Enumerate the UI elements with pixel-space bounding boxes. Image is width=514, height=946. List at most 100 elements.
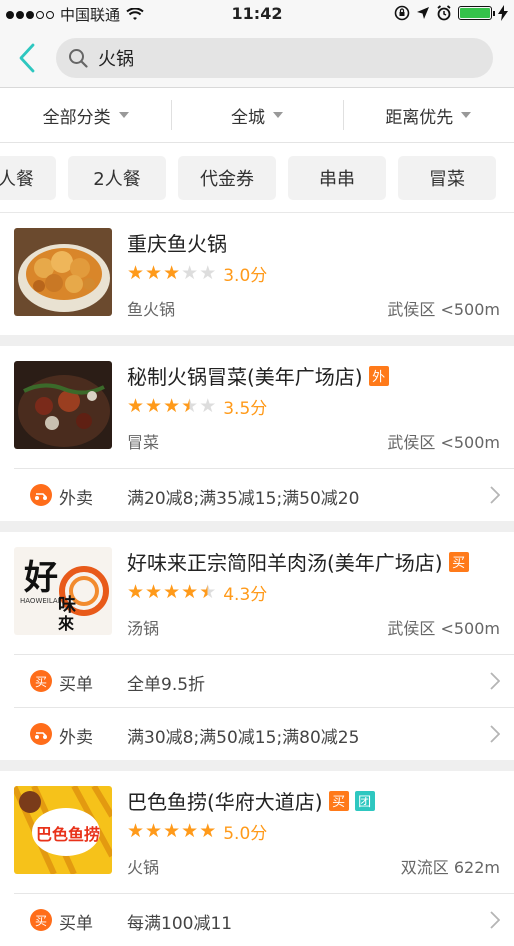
star-icon: ★ [199, 395, 217, 417]
shop-name: 秘制火锅冒菜(美年广场店) 外 [127, 361, 389, 390]
status-right [394, 5, 508, 21]
star-icon: ★ [145, 581, 163, 603]
star-icon: ★ [199, 262, 217, 284]
star-icon: ★ [163, 581, 181, 603]
filter-bar: 全部分类 全城 距离优先 [0, 88, 514, 143]
shop-category: 汤锅 [127, 619, 160, 638]
shop-category: 冒菜 [127, 433, 160, 452]
shop-info[interactable]: 巴色鱼捞 巴色鱼捞(华府大道店) 买 团 ★★★★★ 5.0分 火锅 双流区 6… [0, 771, 514, 893]
star-icon: ★ [181, 820, 199, 842]
shop-thumbnail: 巴色鱼捞 [14, 786, 112, 874]
battery-icon [458, 6, 495, 20]
star-icon: ★ [163, 820, 181, 842]
star-icon: ★ [181, 395, 199, 417]
star-icon: ★ [199, 820, 217, 842]
filter-sort[interactable]: 距离优先 [342, 88, 514, 142]
shop-card[interactable]: 好 味 來 HAOWEILAI 好味来正宗简阳羊肉汤(美年广场店) 买 ★★★★… [0, 532, 514, 760]
star-icon: ★ [181, 581, 199, 603]
takeaway-badge: 外 [368, 365, 389, 386]
shop-card[interactable]: 巴色鱼捞 巴色鱼捞(华府大道店) 买 团 ★★★★★ 5.0分 火锅 双流区 6… [0, 771, 514, 946]
shop-name: 重庆鱼火锅 [127, 228, 227, 257]
filter-area[interactable]: 全城 [171, 88, 342, 142]
chevron-right-icon [490, 672, 500, 690]
shop-name-text: 好味来正宗简阳羊肉汤(美年广场店) [127, 551, 443, 575]
filter-area-label: 全城 [230, 107, 265, 128]
caret-down-icon [118, 112, 129, 118]
star-rating-icon: ★★★★★ [127, 822, 217, 841]
shop-card[interactable]: 秘制火锅冒菜(美年广场店) 外 ★★★★★ 3.5分 冒菜 武侯区 <500m … [0, 346, 514, 521]
promo-row[interactable]: 买 买单 每满100减11 [14, 893, 514, 946]
star-rating-icon: ★★★★★ [127, 397, 217, 416]
shop-thumbnail [14, 361, 112, 449]
search-input[interactable] [96, 46, 476, 70]
caret-down-icon [461, 112, 472, 118]
tag-chuanchuan[interactable]: 串串 [288, 156, 386, 200]
filter-category[interactable]: 全部分类 [0, 88, 171, 142]
rating-score: 4.3分 [223, 585, 268, 605]
shop-thumbnail: 好 味 來 HAOWEILAI [14, 547, 112, 635]
back-chevron-icon[interactable] [14, 42, 42, 74]
search-icon [69, 49, 88, 68]
rating-row: ★★★★★ 5.0分 [127, 819, 268, 845]
delivery-icon [30, 723, 52, 745]
shop-location: 双流区 622m [400, 858, 500, 877]
promo-label: 买单 [59, 914, 93, 934]
star-icon: ★ [127, 262, 145, 284]
rating-row: ★★★★★ 3.0分 [127, 261, 268, 287]
buy-badge: 买 [448, 551, 469, 572]
star-icon: ★ [145, 395, 163, 417]
shop-info[interactable]: 好 味 來 HAOWEILAI 好味来正宗简阳羊肉汤(美年广场店) 买 ★★★★… [0, 532, 514, 654]
group-buy-badge: 团 [354, 790, 375, 811]
star-icon: ★ [163, 395, 181, 417]
promo-text: 满30减8;满50减15;满80减25 [127, 728, 360, 748]
shop-name: 巴色鱼捞(华府大道店) 买 团 [127, 786, 375, 815]
location-arrow-icon [417, 7, 429, 19]
filter-sort-label: 距离优先 [385, 107, 454, 128]
star-icon: ★ [181, 262, 199, 284]
svg-text:HAOWEILAI: HAOWEILAI [20, 597, 60, 605]
star-icon: ★ [127, 820, 145, 842]
shop-thumbnail [14, 228, 112, 316]
shop-category: 鱼火锅 [127, 300, 176, 319]
shop-location: 武侯区 <500m [387, 300, 500, 319]
divider [0, 760, 514, 771]
tag-row: 单人餐 2人餐 代金券 串串 冒菜 [0, 143, 514, 213]
tag-maocai[interactable]: 冒菜 [398, 156, 496, 200]
chevron-right-icon [490, 486, 500, 504]
rating-score: 3.0分 [223, 266, 268, 286]
svg-text:味: 味 [58, 595, 76, 616]
buy-badge: 买 [328, 790, 349, 811]
shop-name-text: 巴色鱼捞(华府大道店) [127, 790, 323, 814]
tag-voucher[interactable]: 代金券 [178, 156, 276, 200]
promo-row[interactable]: 外卖 满30减8;满50减15;满80减25 [14, 707, 514, 760]
star-rating-icon: ★★★★★ [127, 583, 217, 602]
status-bar: 中国联通 11:42 [0, 0, 514, 28]
rating-score: 5.0分 [223, 824, 268, 844]
tag-two-meal[interactable]: 2人餐 [68, 156, 166, 200]
promo-text: 全单9.5折 [127, 675, 206, 695]
shop-list: 重庆鱼火锅 ★★★★★ 3.0分 鱼火锅 武侯区 <500m 秘制火锅冒菜(美年… [0, 213, 514, 946]
shop-name-text: 秘制火锅冒菜(美年广场店) [127, 365, 363, 389]
shop-info[interactable]: 秘制火锅冒菜(美年广场店) 外 ★★★★★ 3.5分 冒菜 武侯区 <500m [0, 346, 514, 468]
search-box[interactable] [56, 38, 493, 78]
tag-single-meal[interactable]: 单人餐 [0, 156, 56, 200]
star-icon: ★ [145, 820, 163, 842]
shop-name-text: 重庆鱼火锅 [127, 232, 227, 256]
shop-info[interactable]: 重庆鱼火锅 ★★★★★ 3.0分 鱼火锅 武侯区 <500m [0, 213, 514, 335]
filter-category-label: 全部分类 [42, 107, 111, 128]
shop-card[interactable]: 重庆鱼火锅 ★★★★★ 3.0分 鱼火锅 武侯区 <500m [0, 213, 514, 335]
nav-bar [0, 28, 514, 88]
alarm-icon [437, 5, 451, 21]
divider [0, 521, 514, 532]
svg-text:巴色鱼捞: 巴色鱼捞 [36, 825, 100, 844]
rotation-lock-icon [394, 5, 410, 21]
shop-location: 武侯区 <500m [387, 619, 500, 638]
star-icon: ★ [127, 581, 145, 603]
logo-hao-text: 好 [23, 558, 58, 598]
star-icon: ★ [127, 395, 145, 417]
promo-row[interactable]: 外卖 满20减8;满35减15;满50减20 [14, 468, 514, 521]
chevron-right-icon [490, 725, 500, 743]
charging-icon [498, 5, 508, 21]
promo-row[interactable]: 买 买单 全单9.5折 [14, 654, 514, 707]
promo-text: 满20减8;满35减15;满50减20 [127, 489, 360, 509]
